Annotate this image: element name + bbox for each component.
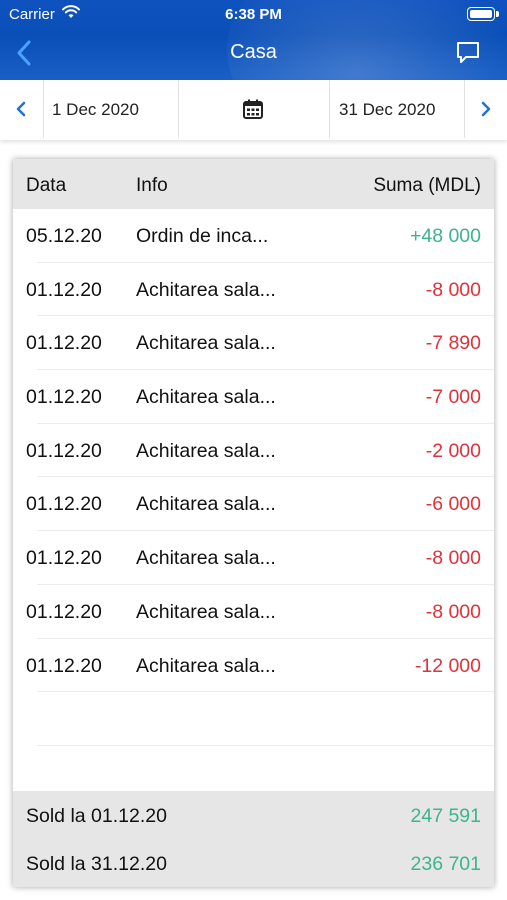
- row-sum: -12 000: [414, 654, 481, 677]
- row-sum: -8 000: [425, 278, 481, 301]
- row-info: Achitarea sala...: [136, 332, 276, 355]
- next-period-button[interactable]: [465, 80, 507, 138]
- table-row[interactable]: 01.12.20 Achitarea sala... -2 000: [13, 424, 494, 478]
- row-info: Achitarea sala...: [136, 547, 276, 570]
- row-date: 01.12.20: [26, 547, 102, 570]
- row-sum: +48 000: [409, 225, 481, 247]
- balance-label: Sold la 01.12.20: [26, 805, 167, 827]
- column-header-date: Data: [26, 175, 67, 196]
- battery-icon: [467, 7, 499, 21]
- row-date: 05.12.20: [26, 225, 102, 247]
- row-info: Achitarea sala...: [136, 439, 276, 462]
- divider: [43, 80, 44, 138]
- transactions-table: Data Info Suma (MDL) 05.12.20 Ordin de i…: [13, 159, 494, 887]
- balance-value: 236 701: [410, 853, 482, 875]
- balance-value: 247 591: [410, 805, 482, 827]
- date-from-field[interactable]: 1 Dec 2020: [52, 100, 139, 120]
- row-date: 01.12.20: [26, 439, 102, 462]
- table-row[interactable]: 01.12.20 Achitarea sala... -8 000: [13, 263, 494, 317]
- row-date: 01.12.20: [26, 600, 102, 623]
- table-row[interactable]: 01.12.20 Achitarea sala... -12 000: [13, 639, 494, 693]
- date-to-field[interactable]: 31 Dec 2020: [339, 100, 435, 120]
- table-header: Data Info Suma (MDL): [13, 159, 494, 209]
- empty-row: [13, 692, 494, 746]
- table-row[interactable]: 01.12.20 Achitarea sala... -8 000: [13, 585, 494, 639]
- divider: [329, 80, 330, 138]
- balance-row-start: Sold la 01.12.20 247 591: [13, 791, 494, 839]
- balance-row-end: Sold la 31.12.20 236 701: [13, 839, 494, 887]
- table-row[interactable]: 05.12.20 Ordin de inca... +48 000: [13, 209, 494, 263]
- date-range-bar: 1 Dec 2020 31 Dec 2020: [0, 80, 507, 140]
- table-row[interactable]: 01.12.20 Achitarea sala... -6 000: [13, 477, 494, 531]
- row-sum: -7 000: [425, 386, 481, 409]
- row-info: Achitarea sala...: [136, 600, 276, 623]
- row-info: Achitarea sala...: [136, 493, 276, 516]
- divider: [178, 80, 179, 138]
- nav-header: Carrier 6:38 PM Casa: [0, 0, 507, 80]
- column-header-info: Info: [136, 175, 168, 196]
- status-time: 6:38 PM: [225, 6, 282, 23]
- table-body: 05.12.20 Ordin de inca... +48 000 01.12.…: [13, 209, 494, 800]
- row-date: 01.12.20: [26, 654, 102, 677]
- row-sum: -2 000: [425, 439, 481, 462]
- chevron-right-icon: [481, 101, 491, 117]
- row-sum: -6 000: [425, 493, 481, 516]
- chat-bubble-icon[interactable]: [455, 40, 481, 66]
- row-sum: -8 000: [425, 547, 481, 570]
- previous-period-button[interactable]: [0, 80, 42, 138]
- row-date: 01.12.20: [26, 332, 102, 355]
- calendar-icon[interactable]: [242, 98, 264, 120]
- row-date: 01.12.20: [26, 386, 102, 409]
- row-info: Ordin de inca...: [136, 225, 269, 247]
- row-info: Achitarea sala...: [136, 386, 276, 409]
- row-date: 01.12.20: [26, 493, 102, 516]
- row-date: 01.12.20: [26, 278, 102, 301]
- table-row[interactable]: 01.12.20 Achitarea sala... -8 000: [13, 531, 494, 585]
- table-row[interactable]: 01.12.20 Achitarea sala... -7 000: [13, 370, 494, 424]
- page-title: Casa: [230, 41, 277, 63]
- balance-label: Sold la 31.12.20: [26, 853, 167, 875]
- status-bar: Carrier 6:38 PM: [0, 0, 507, 30]
- row-info: Achitarea sala...: [136, 278, 276, 301]
- row-info: Achitarea sala...: [136, 654, 276, 677]
- row-sum: -8 000: [425, 600, 481, 623]
- column-header-sum: Suma (MDL): [373, 175, 481, 196]
- table-row[interactable]: 01.12.20 Achitarea sala... -7 890: [13, 316, 494, 370]
- row-sum: -7 890: [425, 332, 481, 355]
- chevron-left-icon: [16, 101, 26, 117]
- table-footer: Sold la 01.12.20 247 591 Sold la 31.12.2…: [13, 791, 494, 887]
